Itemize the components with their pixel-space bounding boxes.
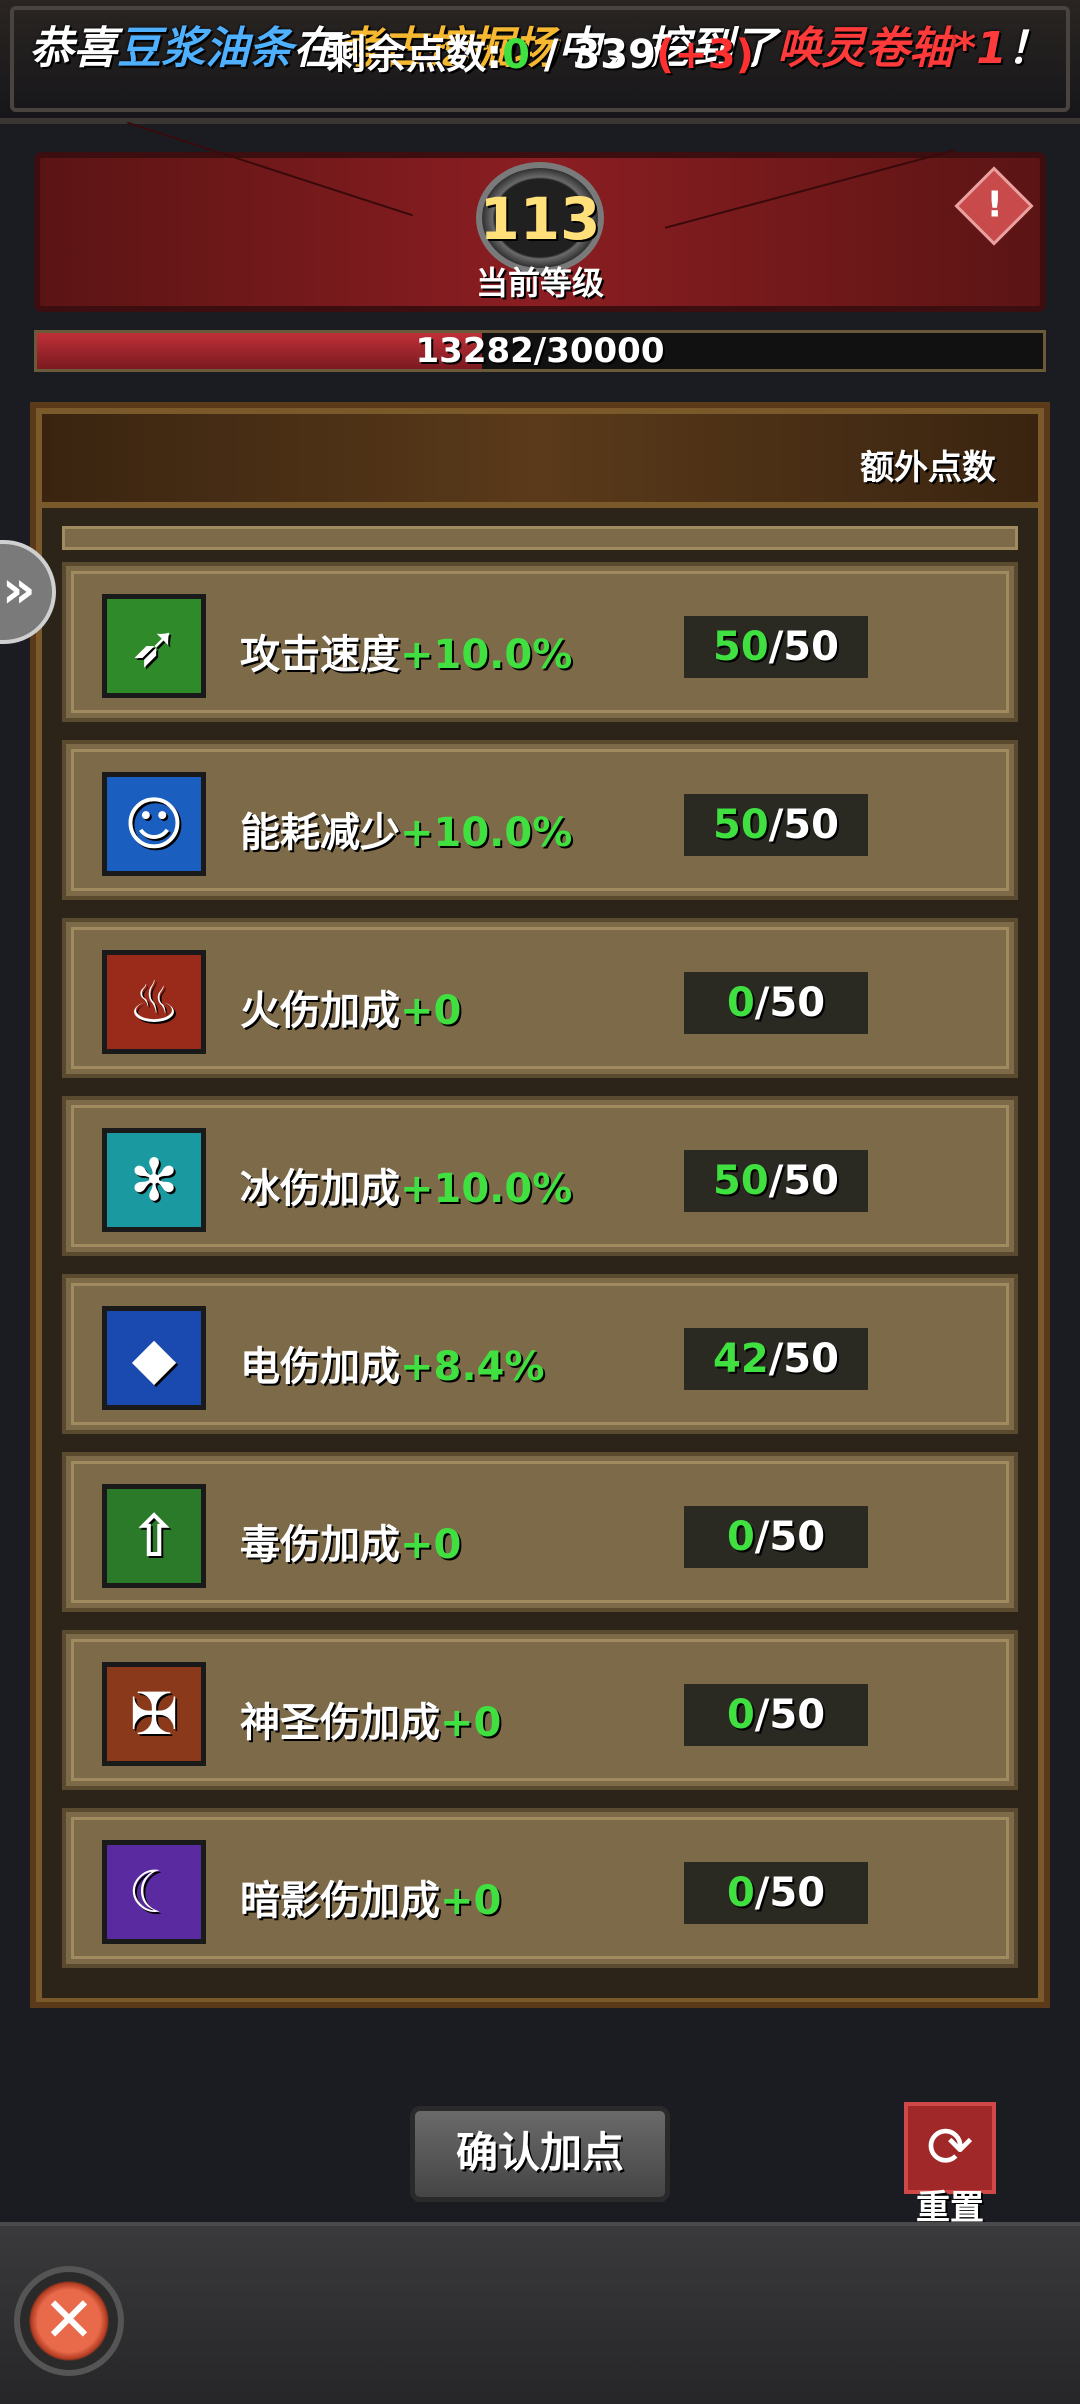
stat-current-points: 50 — [713, 1158, 769, 1204]
stat-icon-glyph: ☺ — [123, 790, 185, 858]
stat-current-points: 0 — [726, 980, 755, 1026]
stat-bonus: +0 — [440, 1878, 502, 1924]
stat-max-points: /50 — [754, 1692, 826, 1738]
stat-max-points: /50 — [768, 624, 839, 670]
stat-current-points: 50 — [713, 624, 769, 670]
remaining-points-label: 剩余点数: — [326, 32, 503, 78]
stat-label: 毒伤加成+0 — [240, 1512, 461, 1570]
stat-icon-glyph: ➶ — [129, 612, 179, 680]
stat-current-points: 0 — [726, 1692, 755, 1738]
stat-current-points: 0 — [726, 1514, 755, 1560]
stat-row[interactable]: ☺ 能耗减少+10.0% 50/50 — [62, 740, 1018, 900]
stat-label: 神圣伤加成+0 — [240, 1690, 501, 1748]
stat-label: 火伤加成+0 — [240, 978, 461, 1036]
stat-points-counter[interactable]: 0/50 — [684, 972, 868, 1034]
stat-row[interactable]: ✠ 神圣伤加成+0 0/50 — [62, 1630, 1018, 1790]
remaining-points-value: 0 — [502, 32, 530, 78]
bonus-points-value: (+3) — [655, 32, 754, 78]
stat-max-points: /50 — [754, 1514, 826, 1560]
reset-icon: ⟳ — [926, 2115, 974, 2180]
stat-name: 电伤加成 — [240, 1344, 400, 1390]
stat-row[interactable]: ✻ 冰伤加成+10.0% 50/50 — [62, 1096, 1018, 1256]
panel-decoration — [664, 149, 956, 229]
stat-points-counter[interactable]: 50/50 — [684, 616, 868, 678]
stat-row[interactable]: ☾ 暗影伤加成+0 0/50 — [62, 1808, 1018, 1968]
stat-label: 电伤加成+8.4% — [240, 1334, 544, 1392]
energy-reduction-icon: ☺ — [102, 772, 206, 876]
stat-current-points: 50 — [713, 802, 769, 848]
stat-current-points: 42 — [713, 1336, 769, 1382]
stat-icon-glyph: ⇧ — [129, 1502, 179, 1570]
stat-max-points: /50 — [768, 802, 839, 848]
close-button[interactable]: ✕ — [14, 2266, 124, 2376]
stat-name: 火伤加成 — [240, 988, 400, 1034]
stat-current-points: 0 — [726, 1870, 755, 1916]
stat-bonus: +0 — [400, 1522, 462, 1568]
stat-row[interactable]: ⇧ 毒伤加成+0 0/50 — [62, 1452, 1018, 1612]
poison-damage-icon: ⇧ — [102, 1484, 206, 1588]
stat-bonus: +0 — [400, 988, 462, 1034]
stat-icon-glyph: ☾ — [128, 1858, 180, 1926]
stat-points-counter[interactable]: 50/50 — [684, 1150, 868, 1212]
stat-max-points: /50 — [754, 1870, 826, 1916]
double-chevron-right-icon: » — [2, 560, 36, 620]
stat-name: 攻击速度 — [240, 632, 400, 678]
points-separator: / — [529, 32, 573, 78]
electric-damage-icon: ◆ — [102, 1306, 206, 1410]
stat-max-points: /50 — [768, 1336, 839, 1382]
panel-decoration — [127, 121, 413, 217]
fire-damage-icon: ♨ — [102, 950, 206, 1054]
stat-points-counter[interactable]: 0/50 — [684, 1684, 868, 1746]
stat-bonus: +8.4% — [400, 1344, 545, 1390]
level-label: 当前等级 — [475, 264, 604, 302]
xp-text: 13282/30000 — [415, 331, 665, 371]
stat-row[interactable]: ♨ 火伤加成+0 0/50 — [62, 918, 1018, 1078]
holy-damage-icon: ✠ — [102, 1662, 206, 1766]
level-number: 113 — [479, 185, 601, 253]
stat-name: 毒伤加成 — [240, 1522, 400, 1568]
list-top-edge — [62, 526, 1018, 550]
stat-points-counter[interactable]: 50/50 — [684, 794, 868, 856]
stat-icon-glyph: ✻ — [129, 1146, 179, 1214]
stat-max-points: /50 — [754, 980, 826, 1026]
remaining-points: 剩余点数:0 / 339(+3) — [0, 22, 1080, 80]
stat-max-points: /50 — [768, 1158, 839, 1204]
stat-icon-glyph: ◆ — [131, 1324, 177, 1392]
stat-name: 暗影伤加成 — [240, 1878, 440, 1924]
stat-row[interactable]: ➶ 攻击速度+10.0% 50/50 — [62, 562, 1018, 722]
stat-label: 攻击速度+10.0% — [240, 622, 572, 680]
shadow-damage-icon: ☾ — [102, 1840, 206, 1944]
ice-damage-icon: ✻ — [102, 1128, 206, 1232]
bottom-bar — [0, 2222, 1080, 2404]
stat-icon-glyph: ✠ — [129, 1680, 179, 1748]
stat-bonus: +10.0% — [400, 810, 573, 856]
total-points-value: 339 — [572, 32, 656, 78]
stat-label: 暗影伤加成+0 — [240, 1868, 501, 1926]
stat-name: 冰伤加成 — [240, 1166, 400, 1212]
extra-points-button[interactable]: 额外点数 — [860, 440, 996, 489]
stat-label: 冰伤加成+10.0% — [240, 1156, 572, 1214]
warning-glyph: ! — [986, 184, 1003, 226]
stat-label: 能耗减少+10.0% — [240, 800, 572, 858]
confirm-points-button[interactable]: 确认加点 — [410, 2106, 670, 2202]
stat-bonus: +10.0% — [400, 632, 573, 678]
stat-bonus: +0 — [440, 1700, 502, 1746]
stat-points-counter[interactable]: 42/50 — [684, 1328, 868, 1390]
xp-progress-bar: 13282/30000 — [34, 330, 1046, 372]
stat-points-counter[interactable]: 0/50 — [684, 1862, 868, 1924]
stat-points-counter[interactable]: 0/50 — [684, 1506, 868, 1568]
stat-bonus: +10.0% — [400, 1166, 573, 1212]
stat-name: 能耗减少 — [240, 810, 400, 856]
stat-icon-glyph: ♨ — [128, 968, 180, 1036]
attack-speed-icon: ➶ — [102, 594, 206, 698]
stat-row[interactable]: ◆ 电伤加成+8.4% 42/50 — [62, 1274, 1018, 1434]
close-icon: ✕ — [43, 2283, 95, 2356]
stat-name: 神圣伤加成 — [240, 1700, 440, 1746]
